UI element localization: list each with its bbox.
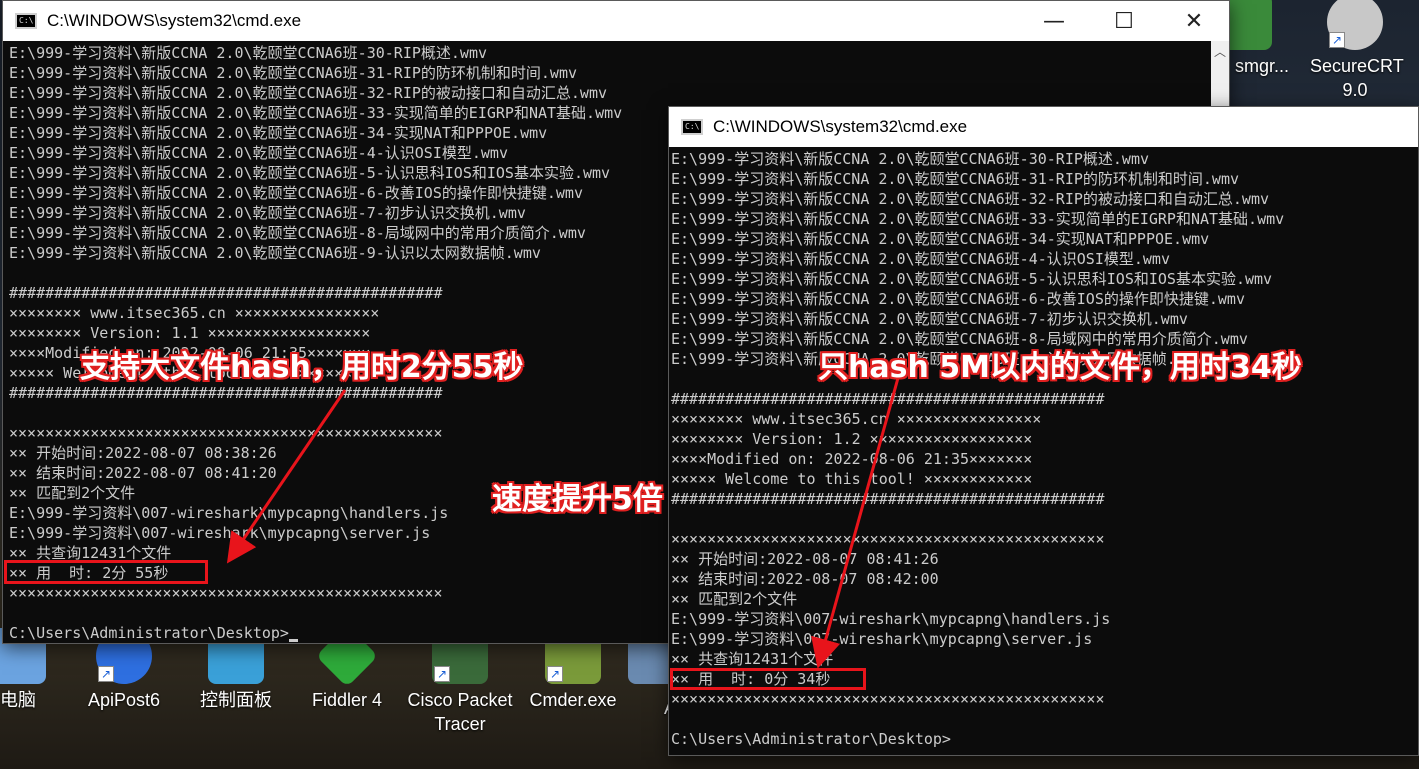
annotation-middle: 速度提升5倍 [492, 482, 663, 517]
annotation-left: 支持大文件hash，用时2分55秒 [80, 350, 524, 385]
arrow-right [811, 377, 900, 669]
arrow-left [226, 389, 347, 564]
annotation-right: 只hash 5M以内的文件，用时34秒 [818, 350, 1302, 385]
